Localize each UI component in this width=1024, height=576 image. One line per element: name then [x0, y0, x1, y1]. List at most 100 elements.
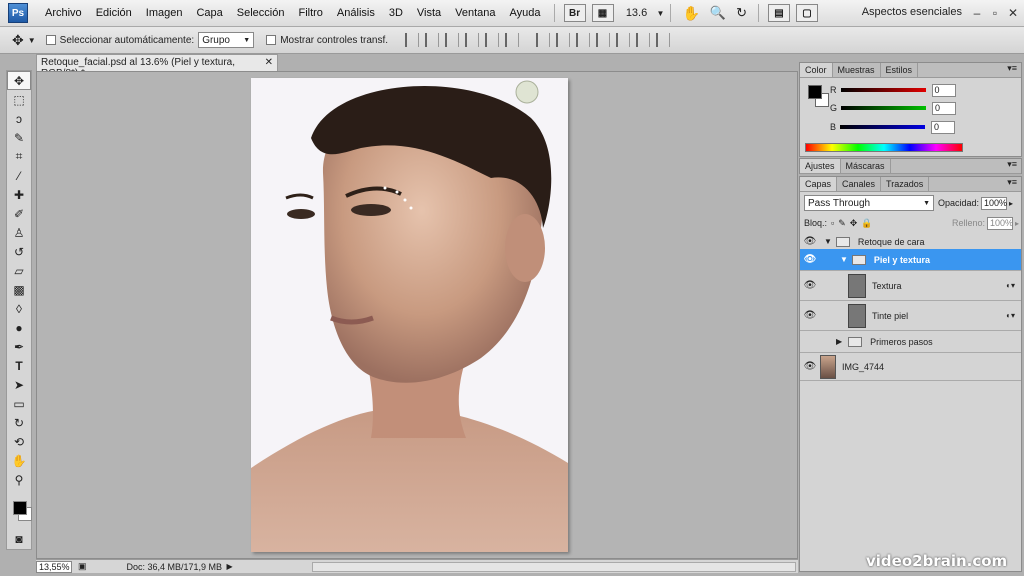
- layer-row[interactable]: 👁 Tinte piel ◐▾: [800, 301, 1021, 331]
- shape-tool-icon[interactable]: ▭: [7, 394, 31, 413]
- channel-r-value[interactable]: 0: [931, 83, 956, 97]
- tab-capas[interactable]: Capas: [800, 177, 838, 191]
- align-right-icon[interactable]: [505, 33, 519, 47]
- pen-tool-icon[interactable]: ✒: [7, 337, 31, 356]
- zoom-tool-icon[interactable]: ⚲: [7, 470, 31, 489]
- screen-mode-button[interactable]: ▢: [795, 4, 818, 22]
- distribute-vcenter-icon[interactable]: [556, 33, 570, 47]
- portrait-image[interactable]: [251, 78, 568, 552]
- menu-ventana[interactable]: Ventana: [448, 7, 502, 19]
- eraser-tool-icon[interactable]: ▱: [7, 261, 31, 280]
- align-left-icon[interactable]: [465, 33, 479, 47]
- hand-icon[interactable]: ✋: [682, 5, 699, 22]
- arrange-documents-button[interactable]: ▤: [767, 4, 790, 22]
- color-panel-fg-swatch[interactable]: [808, 85, 822, 99]
- tab-muestras[interactable]: Muestras: [833, 63, 881, 77]
- channel-g-slider[interactable]: [841, 106, 927, 110]
- menu-edicion[interactable]: Edición: [89, 7, 139, 19]
- 3d-rotate-tool-icon[interactable]: ↻: [7, 413, 31, 432]
- brush-tool-icon[interactable]: ✐: [7, 204, 31, 223]
- lasso-tool-icon[interactable]: ↄ: [7, 109, 31, 128]
- chevron-down-icon[interactable]: ▼: [28, 36, 36, 45]
- eye-icon[interactable]: 👁: [800, 361, 820, 372]
- blend-mode-dropdown[interactable]: Pass Through ▼: [804, 195, 934, 211]
- status-zoom[interactable]: 13,55%: [36, 560, 72, 573]
- align-hcenter-icon[interactable]: [485, 33, 499, 47]
- status-info-icon[interactable]: ▣: [78, 561, 87, 572]
- menu-ayuda[interactable]: Ayuda: [503, 7, 548, 19]
- align-vcenter-icon[interactable]: [425, 33, 439, 47]
- quick-select-tool-icon[interactable]: ✎: [7, 128, 31, 147]
- path-selection-tool-icon[interactable]: ➤: [7, 375, 31, 394]
- layer-row[interactable]: 👁 Textura ◐▾: [800, 271, 1021, 301]
- 3d-orbit-tool-icon[interactable]: ⟲: [7, 432, 31, 451]
- menu-capa[interactable]: Capa: [189, 7, 229, 19]
- marquee-tool-icon[interactable]: ⬚: [7, 90, 31, 109]
- document-tab[interactable]: Retoque_facial.psd al 13.6% (Piel y text…: [36, 54, 278, 79]
- clone-stamp-tool-icon[interactable]: ♙: [7, 223, 31, 242]
- channel-g-value[interactable]: 0: [932, 101, 957, 115]
- auto-select-dropdown[interactable]: Grupo ▼: [198, 32, 255, 48]
- hand-tool-icon[interactable]: ✋: [7, 451, 31, 470]
- layer-effects-icon[interactable]: ◐▾: [1006, 311, 1015, 320]
- channel-b-value[interactable]: 0: [931, 120, 956, 134]
- auto-align-icon[interactable]: [656, 33, 670, 47]
- distribute-bottom-icon[interactable]: [576, 33, 590, 47]
- move-tool-icon[interactable]: ✥: [7, 71, 31, 90]
- auto-select-checkbox[interactable]: [45, 35, 56, 45]
- view-extras-button[interactable]: ▦: [591, 4, 614, 22]
- tab-ajustes[interactable]: Ajustes: [800, 159, 841, 173]
- workspace-selector[interactable]: Aspectos esenciales: [862, 6, 962, 18]
- color-spectrum-bar[interactable]: [805, 143, 963, 152]
- transform-controls-checkbox[interactable]: [266, 35, 277, 45]
- dodge-tool-icon[interactable]: ●: [7, 318, 31, 337]
- expand-arrow-icon[interactable]: ▼: [824, 237, 832, 246]
- healing-brush-tool-icon[interactable]: ✚: [7, 185, 31, 204]
- panel-menu-icon[interactable]: ▾≡: [1003, 63, 1021, 77]
- tab-estilos[interactable]: Estilos: [881, 63, 919, 77]
- menu-imagen[interactable]: Imagen: [139, 7, 190, 19]
- menu-vista[interactable]: Vista: [410, 7, 448, 19]
- expand-arrow-icon[interactable]: ▼: [840, 255, 848, 264]
- move-tool-icon[interactable]: ✥: [12, 32, 24, 49]
- zoom-icon[interactable]: 🔍: [710, 5, 726, 21]
- foreground-color-swatch[interactable]: [13, 501, 27, 515]
- status-menu-arrow-icon[interactable]: ▶: [227, 562, 233, 571]
- distribute-top-icon[interactable]: [536, 33, 550, 47]
- opacity-value[interactable]: 100%: [981, 196, 1007, 210]
- panel-menu-icon[interactable]: ▾≡: [1003, 177, 1021, 191]
- eye-icon[interactable]: 👁: [800, 280, 820, 291]
- distribute-left-icon[interactable]: [596, 33, 610, 47]
- collapse-arrow-icon[interactable]: ▶: [836, 337, 842, 346]
- tab-color[interactable]: Color: [800, 63, 833, 77]
- layer-row[interactable]: 👁 ▶ Primeros pasos: [800, 331, 1021, 353]
- zoom-level[interactable]: 13.6: [617, 7, 657, 19]
- menu-3d[interactable]: 3D: [382, 7, 410, 19]
- eye-icon[interactable]: 👁: [800, 254, 820, 265]
- close-document-icon[interactable]: ✕: [265, 57, 273, 69]
- blur-tool-icon[interactable]: ◊: [7, 299, 31, 318]
- eye-icon[interactable]: 👁: [800, 236, 820, 247]
- layer-effects-icon[interactable]: ◐▾: [1006, 281, 1015, 290]
- tab-trazados[interactable]: Trazados: [881, 177, 930, 191]
- horizontal-scrollbar[interactable]: [312, 562, 796, 572]
- lock-position-icon[interactable]: ✥: [850, 218, 858, 229]
- bridge-button[interactable]: Br: [563, 4, 586, 22]
- distribute-hcenter-icon[interactable]: [616, 33, 630, 47]
- type-tool-icon[interactable]: T: [7, 356, 31, 375]
- eye-icon[interactable]: 👁: [800, 310, 820, 321]
- rotate-view-icon[interactable]: ↻: [736, 5, 747, 21]
- menu-seleccion[interactable]: Selección: [230, 7, 292, 19]
- channel-r-slider[interactable]: [840, 88, 926, 92]
- fill-value[interactable]: 100%: [986, 216, 1013, 230]
- minimize-icon[interactable]: –: [968, 4, 986, 22]
- quick-mask-icon[interactable]: ◙: [7, 529, 31, 548]
- eyedropper-tool-icon[interactable]: ⁄: [7, 166, 31, 185]
- lock-all-icon[interactable]: 🔒: [861, 218, 872, 229]
- align-bottom-icon[interactable]: [445, 33, 459, 47]
- lock-pixels-icon[interactable]: ✎: [838, 218, 846, 229]
- layer-row-selected[interactable]: 👁 ▼ Piel y textura: [800, 249, 1021, 271]
- restore-icon[interactable]: ▫: [986, 4, 1004, 22]
- menu-archivo[interactable]: Archivo: [38, 7, 89, 19]
- opacity-arrow-icon[interactable]: ▸: [1009, 199, 1013, 208]
